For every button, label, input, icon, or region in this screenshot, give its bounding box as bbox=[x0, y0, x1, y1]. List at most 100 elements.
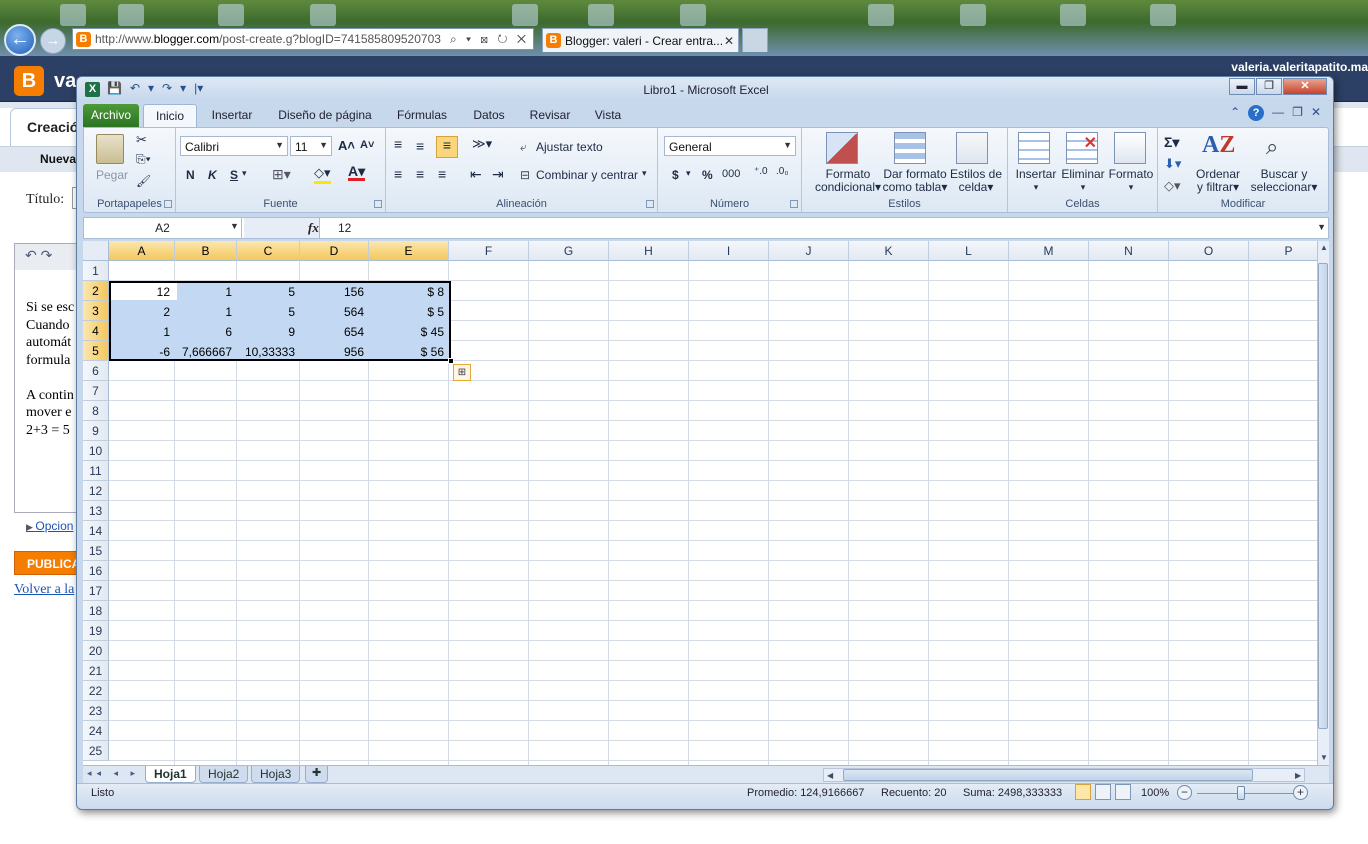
format-cells-icon[interactable] bbox=[1114, 132, 1146, 164]
name-box[interactable]: A2 bbox=[84, 218, 242, 238]
zoom-slider-knob[interactable] bbox=[1237, 786, 1245, 800]
column-header-m[interactable]: M bbox=[1009, 241, 1089, 261]
paste-button[interactable]: Pegar bbox=[96, 168, 128, 182]
insert-sheet-icon[interactable]: ✚ bbox=[305, 766, 329, 783]
cell-a5[interactable]: -6 bbox=[109, 341, 175, 361]
insert-cells-button[interactable]: Insertar ▾ bbox=[1014, 168, 1058, 194]
increase-decimal-icon[interactable]: ⁺.0 bbox=[754, 166, 768, 177]
select-all-corner[interactable] bbox=[83, 241, 109, 261]
cell-a4[interactable]: 1 bbox=[109, 321, 175, 341]
column-header-j[interactable]: J bbox=[769, 241, 849, 261]
sheet-tab-hoja1[interactable]: Hoja1 bbox=[145, 766, 196, 783]
decrease-decimal-icon[interactable]: .0₀ bbox=[776, 166, 789, 177]
cell-a2[interactable]: 12 bbox=[109, 281, 175, 301]
clear-icon[interactable]: ◇▾ bbox=[1164, 178, 1181, 194]
cell-e4[interactable]: $ 45 bbox=[369, 321, 449, 341]
zoom-in-icon[interactable]: + bbox=[1293, 785, 1308, 800]
address-bar-buttons[interactable]: ⌕ ▾ ⊠ ↻ ✕ bbox=[448, 31, 533, 47]
tab-formulas[interactable]: Fórmulas bbox=[389, 104, 455, 127]
subtab-new[interactable]: Nueva bbox=[40, 152, 76, 166]
sheet-tab-hoja2[interactable]: Hoja2 bbox=[199, 766, 249, 783]
align-center-icon[interactable]: ≡ bbox=[416, 166, 424, 182]
italic-button[interactable]: K bbox=[208, 168, 217, 182]
autosum-icon[interactable]: Σ▾ bbox=[1164, 134, 1179, 151]
row-header-18[interactable]: 18 bbox=[83, 601, 109, 621]
post-options-link[interactable]: ▶ Opcion bbox=[26, 519, 73, 533]
bold-button[interactable]: N bbox=[186, 168, 195, 182]
row-header-22[interactable]: 22 bbox=[83, 681, 109, 701]
new-tab-button[interactable] bbox=[742, 28, 768, 52]
dialog-launcher-icon[interactable] bbox=[790, 200, 798, 208]
font-size-select[interactable]: 11 ▼ bbox=[290, 136, 332, 156]
dialog-launcher-icon[interactable] bbox=[374, 200, 382, 208]
paste-options-icon[interactable]: ⊞ bbox=[453, 364, 471, 381]
page-break-view-icon[interactable] bbox=[1115, 784, 1131, 800]
column-header-c[interactable]: C bbox=[237, 241, 300, 261]
row-header-15[interactable]: 15 bbox=[83, 541, 109, 561]
cell-styles-icon[interactable] bbox=[956, 132, 988, 164]
column-header-o[interactable]: O bbox=[1169, 241, 1249, 261]
row-header-1[interactable]: 1 bbox=[83, 261, 109, 281]
workbook-close-icon[interactable]: ✕ bbox=[1311, 105, 1321, 121]
row-header-4[interactable]: 4 bbox=[83, 321, 109, 341]
row-header-16[interactable]: 16 bbox=[83, 561, 109, 581]
currency-dropdown-icon[interactable]: ▾ bbox=[686, 168, 691, 179]
minimize-button[interactable]: ▬ bbox=[1229, 78, 1255, 95]
format-painter-icon[interactable]: 🖌 bbox=[136, 174, 151, 188]
underline-button[interactable]: S bbox=[230, 168, 238, 182]
back-link[interactable]: Volver a la bbox=[14, 582, 74, 598]
conditional-format-button[interactable]: Formato condicional▾ bbox=[808, 168, 888, 194]
worksheet-grid[interactable]: ABCDEFGHIJKLMNOP 1 2 3 4 5 6 7 8 9 10 11 12 13 14 15 16… bbox=[83, 241, 1317, 765]
insert-function-icon[interactable]: fx bbox=[308, 220, 319, 236]
increase-indent-icon[interactable]: ⇥ bbox=[492, 166, 504, 183]
back-button[interactable]: ← bbox=[4, 24, 36, 56]
row-header-8[interactable]: 8 bbox=[83, 401, 109, 421]
maximize-button[interactable]: ❐ bbox=[1256, 78, 1282, 95]
cell-d3[interactable]: 564 bbox=[300, 301, 369, 321]
align-right-icon[interactable]: ≡ bbox=[438, 166, 446, 182]
wrap-text-icon[interactable]: ⤶ bbox=[520, 140, 527, 155]
column-header-a[interactable]: A bbox=[109, 241, 175, 261]
row-header-2[interactable]: 2 bbox=[83, 281, 109, 301]
row-header-14[interactable]: 14 bbox=[83, 521, 109, 541]
address-bar[interactable]: B http://www.blogger.com/post-create.g?b… bbox=[72, 28, 534, 50]
column-header-h[interactable]: H bbox=[609, 241, 689, 261]
dialog-launcher-icon[interactable] bbox=[164, 200, 172, 208]
fill-icon[interactable]: ⬇▾ bbox=[1164, 156, 1181, 172]
grow-font-icon[interactable]: A˄ bbox=[338, 138, 355, 153]
dialog-launcher-icon[interactable] bbox=[646, 200, 654, 208]
font-name-select[interactable]: Calibri ▼ bbox=[180, 136, 288, 156]
cell-c4[interactable]: 9 bbox=[237, 321, 300, 341]
row-header-12[interactable]: 12 bbox=[83, 481, 109, 501]
cell-b5[interactable]: 7,666667 bbox=[175, 341, 237, 361]
scroll-down-icon[interactable]: ▼ bbox=[1320, 753, 1328, 762]
zoom-out-icon[interactable]: − bbox=[1177, 785, 1192, 800]
column-header-b[interactable]: B bbox=[175, 241, 237, 261]
delete-cells-icon[interactable]: ✕ bbox=[1066, 132, 1098, 164]
page-layout-view-icon[interactable] bbox=[1095, 784, 1111, 800]
cell-e3[interactable]: $ 5 bbox=[369, 301, 449, 321]
formula-input[interactable]: 12 bbox=[338, 221, 351, 235]
format-as-table-button[interactable]: Dar formato como tabla▾ bbox=[880, 168, 950, 194]
tab-archivo[interactable]: Archivo bbox=[83, 104, 139, 127]
cell-d5[interactable]: 956 bbox=[300, 341, 369, 361]
forward-button[interactable]: → bbox=[40, 28, 66, 54]
tab-insertar[interactable]: Insertar bbox=[203, 104, 261, 127]
horizontal-scroll-thumb[interactable] bbox=[843, 769, 1253, 781]
cell-e5[interactable]: $ 56 bbox=[369, 341, 449, 361]
row-header-13[interactable]: 13 bbox=[83, 501, 109, 521]
find-select-button[interactable]: Buscar y seleccionar▾ bbox=[1248, 168, 1320, 194]
cell-b4[interactable]: 6 bbox=[175, 321, 237, 341]
row-header-19[interactable]: 19 bbox=[83, 621, 109, 641]
cell-d4[interactable]: 654 bbox=[300, 321, 369, 341]
sort-filter-button[interactable]: Ordenar y filtrar▾ bbox=[1190, 168, 1246, 194]
cell-c2[interactable]: 5 bbox=[237, 281, 300, 301]
tab-datos[interactable]: Datos bbox=[465, 104, 513, 127]
thousands-button[interactable]: 000 bbox=[722, 168, 740, 180]
orientation-icon[interactable]: ≫▾ bbox=[472, 136, 492, 152]
row-header-6[interactable]: 6 bbox=[83, 361, 109, 381]
row-header-10[interactable]: 10 bbox=[83, 441, 109, 461]
paste-icon[interactable] bbox=[96, 134, 124, 164]
cell-b3[interactable]: 1 bbox=[175, 301, 237, 321]
zoom-level[interactable]: 100% bbox=[1141, 787, 1169, 799]
